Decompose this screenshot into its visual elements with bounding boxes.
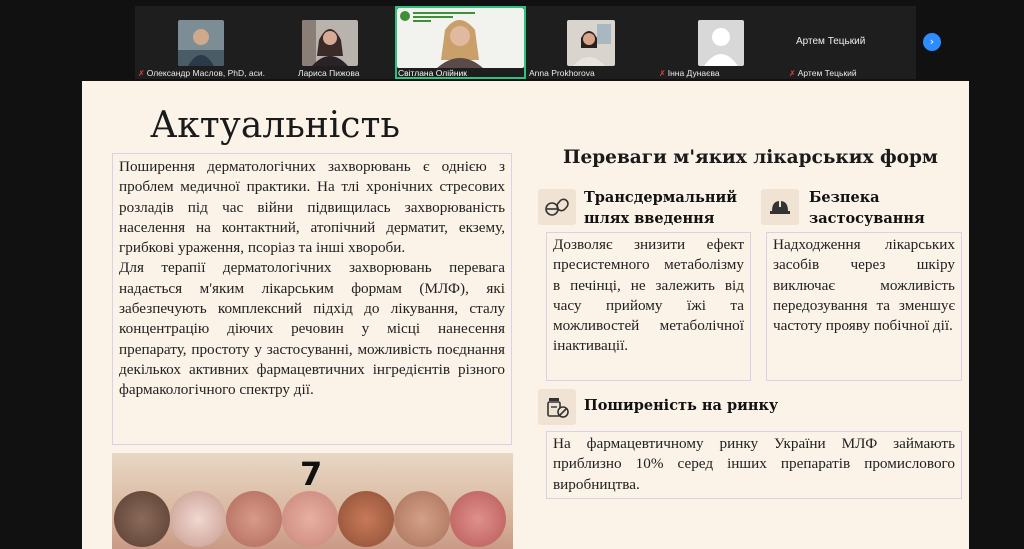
participant-video — [397, 8, 524, 68]
skin-conditions-image: 7 — [112, 453, 513, 549]
muted-mic-icon: ✗ — [138, 69, 145, 78]
participant-tile[interactable]: Лариса Пижова — [265, 6, 395, 79]
section-heading: Поширеність на ринку — [584, 397, 779, 414]
skin-photo — [282, 491, 338, 547]
participant-tile[interactable]: Anna Prokhorova — [526, 6, 656, 79]
next-page-button[interactable]: › — [923, 33, 941, 51]
participant-video-label: Артем Тецький — [796, 36, 866, 47]
advantages-title: Переваги м'яких лікарських форм — [563, 147, 938, 168]
section-text: На фармацевтичному ринку України МЛФ зай… — [546, 431, 962, 499]
skin-photo — [114, 491, 170, 547]
participant-video — [302, 20, 358, 66]
relevance-text-box: Поширення дерматологічних захворювань є … — [112, 153, 512, 445]
participant-tile-active[interactable]: Світлана Олійник — [395, 6, 526, 79]
pill-capsule-icon — [538, 189, 576, 225]
image-number: 7 — [300, 455, 323, 493]
skin-photo — [226, 491, 282, 547]
participant-name: Артем Тецький — [797, 68, 857, 78]
section-heading: Трансдермальний шлях введення — [584, 189, 737, 227]
muted-mic-icon: ✗ — [789, 69, 796, 78]
shared-slide: Актуальність Поширення дерматологічних з… — [82, 81, 969, 549]
participant-video — [567, 20, 615, 66]
section-heading: Безпека застосування — [809, 189, 925, 227]
relevance-paragraph: Поширення дерматологічних захворювань є … — [119, 158, 505, 257]
avatar-placeholder-icon — [698, 20, 744, 66]
participant-tile[interactable]: ✗ Олександр Маслов, PhD, аси... — [135, 6, 270, 79]
medicine-bottle-icon — [538, 389, 576, 425]
participant-name: Інна Дунаєва — [667, 68, 720, 78]
skin-photo — [450, 491, 506, 547]
section-text: Дозволяє знизити ефект пресистемного мет… — [546, 232, 751, 381]
participant-name: Anna Prokhorova — [529, 68, 595, 78]
participant-tile[interactable]: ✗ Інна Дунаєва — [656, 6, 786, 79]
participant-name: Олександр Маслов, PhD, аси... — [146, 68, 270, 78]
participant-name: Світлана Олійник — [398, 68, 467, 78]
muted-mic-icon: ✗ — [659, 69, 666, 78]
slide-title: Актуальність — [150, 105, 400, 146]
participant-video — [178, 20, 224, 66]
relevance-paragraph: Для терапії дерматологічних захворювань … — [119, 259, 505, 399]
skin-photo — [170, 491, 226, 547]
participant-name: Лариса Пижова — [298, 68, 360, 78]
skin-photo — [338, 491, 394, 547]
hard-hat-icon — [761, 189, 799, 225]
section-text: Надходження лікарських засобів через шкі… — [766, 232, 962, 381]
skin-photo — [394, 491, 450, 547]
chevron-right-icon: › — [929, 35, 935, 48]
